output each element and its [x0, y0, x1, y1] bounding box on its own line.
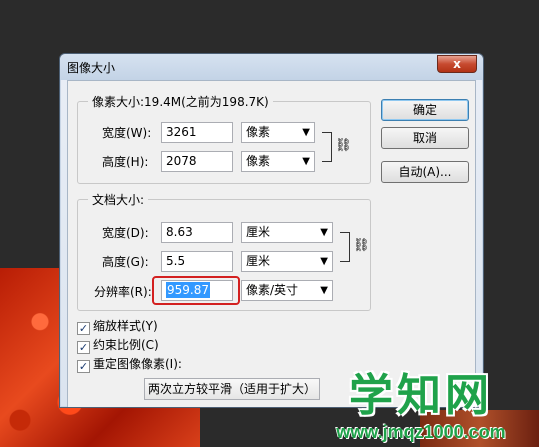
chain-link-icon: ⛓	[335, 138, 352, 153]
auto-button[interactable]: 自动(A)...	[381, 161, 469, 183]
pixel-width-input[interactable]: 3261	[161, 122, 233, 143]
cancel-button[interactable]: 取消	[381, 127, 469, 149]
constrain-proportions-label: 约束比例(C)	[93, 338, 159, 352]
check-icon: ✓	[78, 322, 89, 335]
doc-width-label: 宽度(D):	[102, 226, 149, 240]
watermark: 学知网 www.jmqz1000.com	[321, 372, 521, 443]
resolution-input[interactable]: 959.87	[161, 280, 233, 301]
pixel-height-unit-value: 像素	[246, 154, 271, 168]
chain-link-icon: ⛓	[353, 238, 370, 253]
document-size-group: 文档大小: 宽度(D): 8.63 厘米 ▼ 高度(G): 5.5 厘米 ▼ ⛓…	[77, 191, 371, 311]
dialog-title: 图像大小	[67, 61, 116, 75]
doc-height-unit-value: 厘米	[246, 254, 271, 268]
dialog-client-area: 像素大小:19.4M(之前为198.7K) 宽度(W): 3261 像素 ▼ 高…	[67, 80, 476, 407]
close-button[interactable]: x	[437, 55, 477, 73]
pixel-dimensions-group: 像素大小:19.4M(之前为198.7K) 宽度(W): 3261 像素 ▼ 高…	[77, 93, 371, 184]
scale-styles-label: 缩放样式(Y)	[93, 319, 158, 333]
pixel-width-unit-select[interactable]: 像素 ▼	[241, 122, 315, 143]
check-icon: ✓	[78, 360, 89, 373]
resolution-unit-select[interactable]: 像素/英寸 ▼	[241, 280, 333, 301]
pixel-height-label: 高度(H):	[102, 155, 149, 169]
close-icon: x	[453, 57, 461, 71]
image-size-dialog: 图像大小 x 像素大小:19.4M(之前为198.7K) 宽度(W): 3261…	[59, 53, 484, 408]
scale-styles-option[interactable]: ✓ 缩放样式(Y)	[77, 317, 158, 335]
doc-width-unit-value: 厘米	[246, 225, 271, 239]
doc-width-unit-select[interactable]: 厘米 ▼	[241, 222, 333, 243]
doc-width-input[interactable]: 8.63	[161, 222, 233, 243]
pixel-dimensions-title: 像素大小:19.4M(之前为198.7K)	[88, 93, 273, 110]
pixel-height-input[interactable]: 2078	[161, 151, 233, 172]
constrain-proportions-option[interactable]: ✓ 约束比例(C)	[77, 336, 159, 354]
chevron-down-icon: ▼	[320, 227, 328, 238]
chevron-down-icon: ▼	[320, 285, 328, 296]
resample-method-select[interactable]: 两次立方较平滑（适用于扩大）	[144, 378, 320, 400]
chevron-down-icon: ▼	[302, 156, 310, 167]
resample-image-label: 重定图像像素(I):	[93, 357, 182, 371]
resample-image-option[interactable]: ✓ 重定图像像素(I):	[77, 355, 182, 373]
chevron-down-icon: ▼	[302, 127, 310, 138]
doc-height-label: 高度(G):	[102, 255, 149, 269]
doc-height-unit-select[interactable]: 厘米 ▼	[241, 251, 333, 272]
resolution-label: 分辨率(R):	[94, 285, 152, 299]
constrain-proportions-checkbox[interactable]: ✓	[77, 341, 90, 354]
scale-styles-checkbox[interactable]: ✓	[77, 322, 90, 335]
ok-button[interactable]: 确定	[381, 99, 469, 121]
title-bar[interactable]: 图像大小 x	[60, 54, 483, 80]
pixel-link-bracket	[322, 132, 332, 162]
resolution-unit-value: 像素/英寸	[246, 283, 299, 297]
watermark-title: 学知网	[349, 370, 493, 421]
doc-link-bracket	[340, 232, 350, 262]
watermark-url: www.jmqz1000.com	[336, 422, 506, 442]
doc-height-input[interactable]: 5.5	[161, 251, 233, 272]
pixel-width-unit-value: 像素	[246, 125, 271, 139]
resample-image-checkbox[interactable]: ✓	[77, 360, 90, 373]
chevron-down-icon: ▼	[320, 256, 328, 267]
check-icon: ✓	[78, 341, 89, 354]
document-size-title: 文档大小:	[88, 191, 149, 208]
resolution-value: 959.87	[166, 282, 210, 298]
pixel-height-unit-select[interactable]: 像素 ▼	[241, 151, 315, 172]
pixel-width-label: 宽度(W):	[102, 126, 152, 140]
